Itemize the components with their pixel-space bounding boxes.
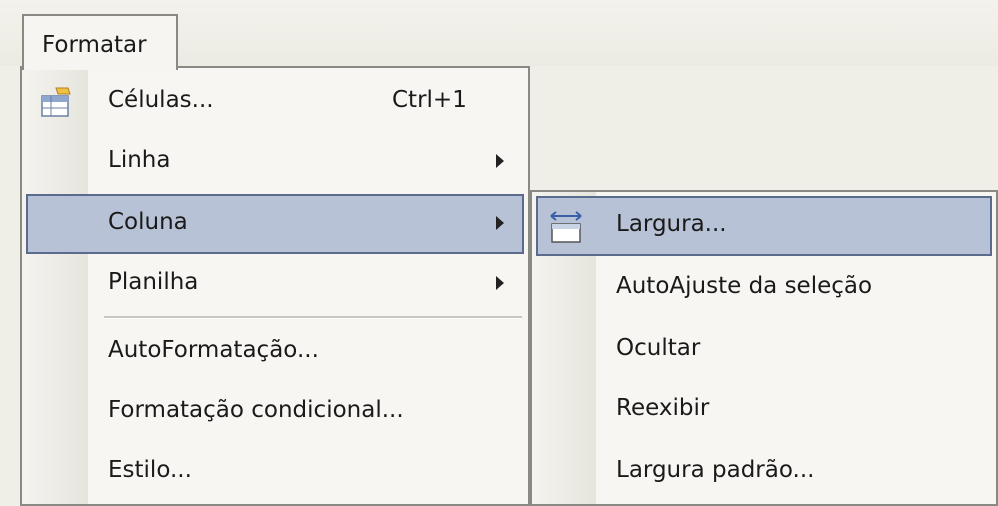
submenu-item-autoajuste[interactable]: AutoAjuste da seleção bbox=[532, 258, 996, 318]
menu-item-label: Células... bbox=[108, 87, 214, 113]
submenu-item-largura-padrao[interactable]: Largura padrão... bbox=[532, 442, 996, 502]
submenu-arrow-icon bbox=[496, 154, 504, 168]
menu-formatar[interactable]: Formatar bbox=[22, 14, 178, 70]
column-submenu: Largura... AutoAjuste da seleção Ocultar… bbox=[530, 190, 998, 506]
menu-formatar-label: Formatar bbox=[42, 32, 147, 58]
menu-item-estilo[interactable]: Estilo... bbox=[22, 442, 528, 502]
menu-item-label: Linha bbox=[108, 147, 171, 173]
submenu-item-label: Largura padrão... bbox=[616, 457, 815, 483]
menu-item-formatacao-condicional[interactable]: Formatação condicional... bbox=[22, 382, 528, 442]
submenu-item-largura[interactable]: Largura... bbox=[536, 196, 992, 256]
menu-item-planilha[interactable]: Planilha bbox=[22, 254, 528, 314]
format-dropdown-menu: Células... Ctrl+1 Linha Coluna Planilha … bbox=[20, 66, 530, 506]
submenu-item-label: Largura... bbox=[616, 211, 727, 237]
submenu-item-label: AutoAjuste da seleção bbox=[616, 273, 873, 299]
column-width-icon bbox=[550, 211, 582, 243]
menu-item-coluna[interactable]: Coluna bbox=[26, 194, 524, 254]
cells-icon bbox=[41, 87, 71, 117]
submenu-arrow-icon bbox=[496, 216, 504, 230]
submenu-item-ocultar[interactable]: Ocultar bbox=[532, 320, 996, 380]
submenu-arrow-icon bbox=[496, 276, 504, 290]
submenu-item-label: Ocultar bbox=[616, 335, 701, 361]
submenu-item-reexibir[interactable]: Reexibir bbox=[532, 380, 996, 440]
menu-separator bbox=[104, 316, 522, 319]
menu-item-autoformatacao[interactable]: AutoFormatação... bbox=[22, 322, 528, 382]
menu-item-celulas[interactable]: Células... Ctrl+1 bbox=[22, 72, 528, 132]
menu-item-label: Planilha bbox=[108, 269, 199, 295]
menu-item-label: Estilo... bbox=[108, 457, 192, 483]
menu-item-label: AutoFormatação... bbox=[108, 337, 319, 363]
menu-item-label: Coluna bbox=[108, 209, 188, 235]
submenu-item-label: Reexibir bbox=[616, 395, 710, 421]
menu-item-shortcut: Ctrl+1 bbox=[392, 87, 467, 113]
menu-item-linha[interactable]: Linha bbox=[22, 132, 528, 192]
menu-item-label: Formatação condicional... bbox=[108, 397, 404, 423]
